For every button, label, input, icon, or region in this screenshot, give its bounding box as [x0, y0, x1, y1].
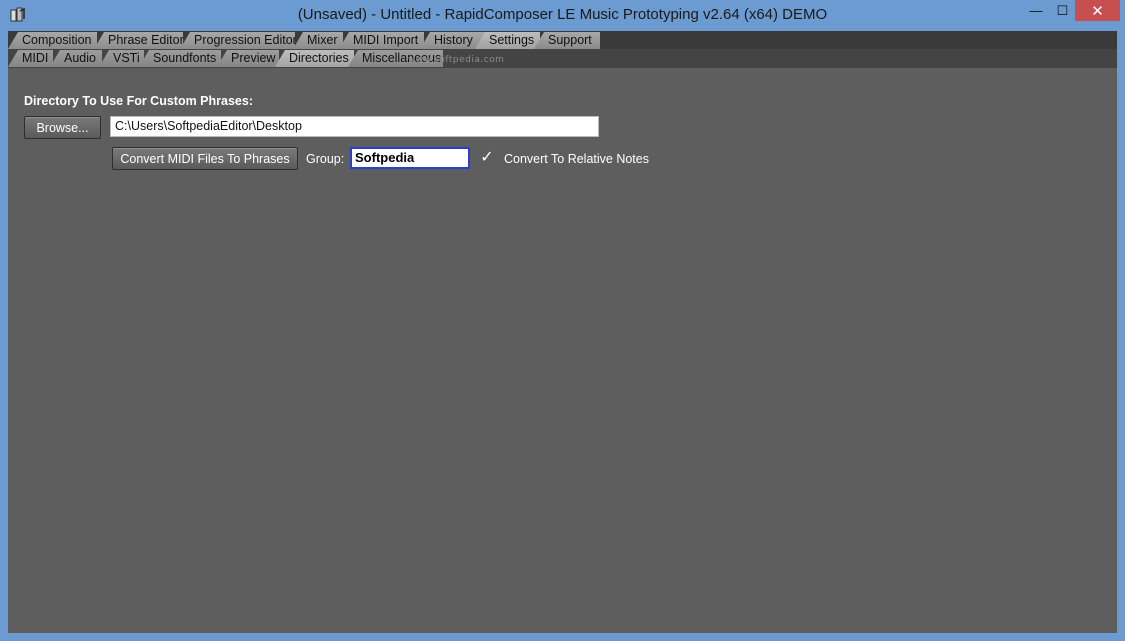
subtab-soundfonts[interactable]: Soundfonts: [139, 50, 221, 67]
relative-notes-label[interactable]: Convert To Relative Notes: [504, 152, 649, 166]
subtab-directories[interactable]: Directories: [275, 50, 354, 67]
settings-sub-tab-bar: MIDI Audio VSTi Soundfonts Preview Direc…: [8, 49, 1117, 68]
tab-history[interactable]: History: [420, 32, 485, 49]
tab-mixer[interactable]: Mixer: [293, 32, 343, 49]
relative-notes-checkbox[interactable]: ✓: [479, 150, 495, 166]
group-label: Group:: [306, 152, 345, 166]
main-tab-bar: Composition Phrase Editor Progression Ed…: [8, 31, 1117, 49]
subtab-vsti[interactable]: VSTi: [99, 50, 144, 67]
maximize-button[interactable]: ☐: [1050, 0, 1075, 21]
minimize-button[interactable]: —: [1023, 0, 1049, 21]
window-title: (Unsaved) - Untitled - RapidComposer LE …: [297, 6, 828, 23]
softpedia-watermark: www.softpedia.com: [408, 55, 505, 65]
browse-button[interactable]: Browse...: [24, 116, 101, 139]
tab-progression-editor[interactable]: Progression Editor: [180, 32, 295, 49]
client-area: Composition Phrase Editor Progression Ed…: [8, 31, 1117, 633]
convert-midi-files-button[interactable]: Convert MIDI Files To Phrases: [112, 147, 298, 170]
tab-midi-import[interactable]: MIDI Import: [339, 32, 424, 49]
tab-support[interactable]: Support: [534, 32, 600, 49]
tab-settings[interactable]: Settings: [475, 32, 540, 49]
custom-phrases-directory-label: Directory To Use For Custom Phrases:: [24, 94, 253, 108]
subtab-midi[interactable]: MIDI: [8, 50, 53, 67]
tab-composition[interactable]: Composition: [8, 32, 97, 49]
close-button[interactable]: ✕: [1075, 0, 1120, 21]
title-bar[interactable]: (Unsaved) - Untitled - RapidComposer LE …: [0, 0, 1125, 31]
checkmark-icon: ✓: [480, 149, 494, 166]
directory-path-input[interactable]: C:\Users\SoftpediaEditor\Desktop: [110, 116, 599, 137]
subtab-audio[interactable]: Audio: [50, 50, 102, 67]
tab-phrase-editor[interactable]: Phrase Editor: [94, 32, 183, 49]
app-window: (Unsaved) - Untitled - RapidComposer LE …: [0, 0, 1125, 641]
subtab-preview[interactable]: Preview: [217, 50, 279, 67]
group-input[interactable]: Softpedia: [350, 147, 470, 169]
